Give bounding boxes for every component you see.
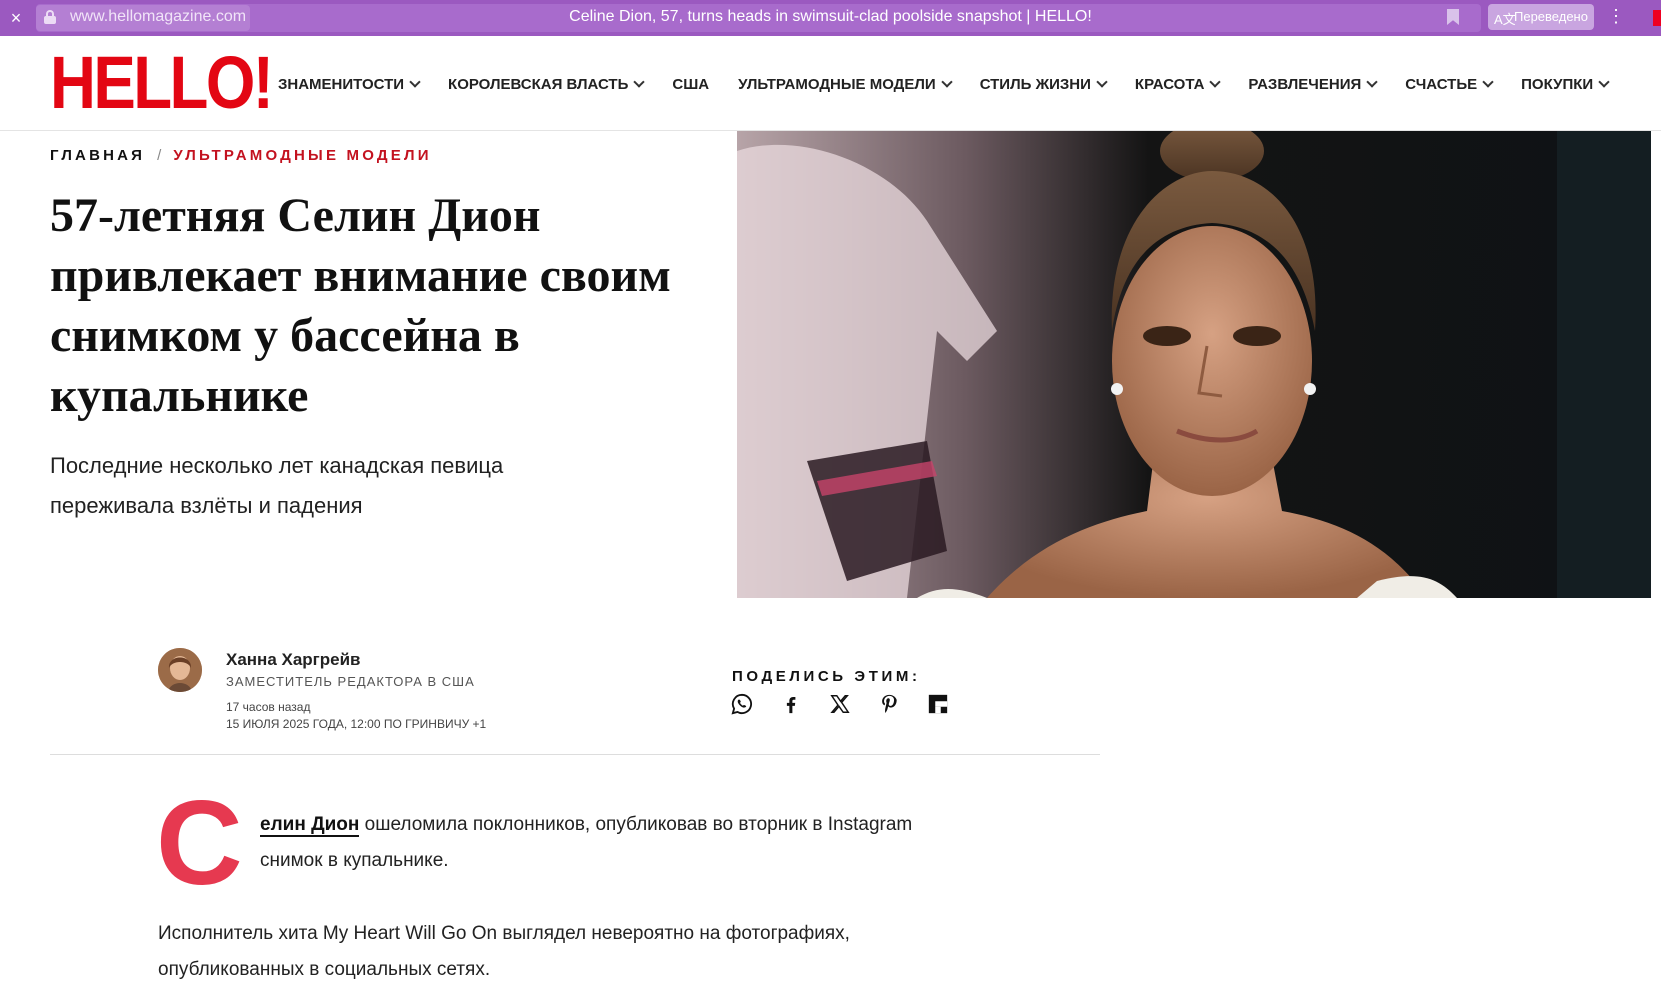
translate-icon: A文: [1494, 12, 1516, 27]
nav-item-label: СТИЛЬ ЖИЗНИ: [979, 75, 1091, 93]
celine-dion-link[interactable]: елин Дион: [260, 814, 360, 837]
hello-logo[interactable]: HELLO!: [50, 46, 274, 120]
hero-image[interactable]: [737, 131, 1651, 598]
avatar-image: [158, 648, 202, 692]
chevron-down-icon: [409, 75, 421, 88]
facebook-icon[interactable]: [779, 692, 803, 716]
chevron-down-icon: [1482, 75, 1494, 88]
article-divider: [50, 754, 1100, 755]
nav-item-label: УЛЬТРАМОДНЫЕ МОДЕЛИ: [738, 75, 936, 93]
chevron-down-icon: [1366, 75, 1378, 88]
translated-button[interactable]: A文 Переведено: [1488, 4, 1594, 30]
breadcrumb: ГЛАВНАЯ / УЛЬТРАМОДНЫЕ МОДЕЛИ: [50, 147, 432, 164]
nav-item-3[interactable]: США: [672, 74, 709, 94]
author-avatar[interactable]: [158, 648, 202, 692]
article-paragraph-2: Исполнитель хита My Heart Will Go On выг…: [158, 923, 850, 980]
time-ago: 17 часов назад: [226, 700, 311, 714]
nav-item-label: СЧАСТЬЕ: [1405, 75, 1478, 93]
nav-item-label: КРАСОТА: [1134, 75, 1205, 93]
nav-item-5[interactable]: СТИЛЬ ЖИЗНИ: [979, 74, 1108, 94]
article-subheadline: Последние несколько лет канадская певица…: [50, 453, 504, 518]
nav-item-8[interactable]: СЧАСТЬЕ: [1405, 74, 1494, 94]
nav-item-7[interactable]: РАЗВЛЕЧЕНИЯ: [1248, 74, 1378, 94]
nav-item-label: ПОКУПКИ: [1521, 75, 1594, 93]
nav-item-9[interactable]: ПОКУПКИ: [1521, 74, 1610, 94]
nav-item-label: США: [672, 75, 710, 93]
x-icon[interactable]: [828, 692, 852, 716]
chevron-down-icon: [1598, 75, 1610, 88]
nav-item-1[interactable]: ЗНАМЕНИТОСТИ: [278, 74, 421, 94]
share-label: ПОДЕЛИСЬ ЭТИМ:: [732, 668, 921, 685]
pinterest-icon[interactable]: [877, 692, 901, 716]
extension-icon[interactable]: [1653, 10, 1661, 26]
translated-label: Переведено: [1514, 9, 1588, 24]
nav-item-2[interactable]: КОРОЛЕВСКАЯ ВЛАСТЬ: [448, 74, 646, 94]
chevron-down-icon: [1209, 75, 1222, 88]
nav-item-label: ЗНАМЕНИТОСТИ: [278, 75, 405, 93]
flipboard-icon[interactable]: [926, 692, 950, 716]
nav-item-4[interactable]: УЛЬТРАМОДНЫЕ МОДЕЛИ: [738, 74, 953, 94]
publish-date: 15 ИЮЛЯ 2025 ГОДА, 12:00 ПО ГРИНВИЧУ +1: [226, 717, 487, 731]
nav-item-label: РАЗВЛЕЧЕНИЯ: [1248, 75, 1362, 93]
breadcrumb-separator: /: [157, 147, 162, 164]
author-name[interactable]: Ханна Харгрейв: [226, 650, 361, 670]
drop-cap: С: [156, 776, 243, 910]
chevron-down-icon: [1096, 75, 1108, 88]
nav-item-label: КОРОЛЕВСКАЯ ВЛАСТЬ: [448, 75, 629, 93]
article-headline: 57-летняя Селин Дион привлекает внимание…: [50, 189, 671, 422]
share-icons: [730, 692, 975, 716]
main-nav: ЗНАМЕНИТОСТИ КОРОЛЕВСКАЯ ВЛАСТЬ США УЛЬТРАМ…: [278, 74, 1610, 94]
whatsapp-icon[interactable]: [730, 692, 754, 716]
menu-icon[interactable]: ⋮: [1607, 6, 1625, 27]
nav-item-6[interactable]: КРАСОТА: [1134, 74, 1222, 94]
page-title-bar: Celine Dion, 57, turns heads in swimsuit…: [569, 8, 1092, 25]
author-role: ЗАМЕСТИТЕЛЬ РЕДАКТОРА В США: [226, 674, 475, 689]
browser-toolbar: × www.hellomagazine.com Celine Dion, 57,…: [0, 0, 1661, 36]
hero-photo: [737, 131, 1651, 598]
article-paragraph-1: елин Дион ошеломила поклонников, опублик…: [260, 807, 920, 879]
chevron-down-icon: [941, 75, 953, 88]
chevron-down-icon: [633, 75, 646, 88]
breadcrumb-home[interactable]: ГЛАВНАЯ: [50, 147, 145, 164]
breadcrumb-category[interactable]: УЛЬТРАМОДНЫЕ МОДЕЛИ: [173, 147, 431, 164]
